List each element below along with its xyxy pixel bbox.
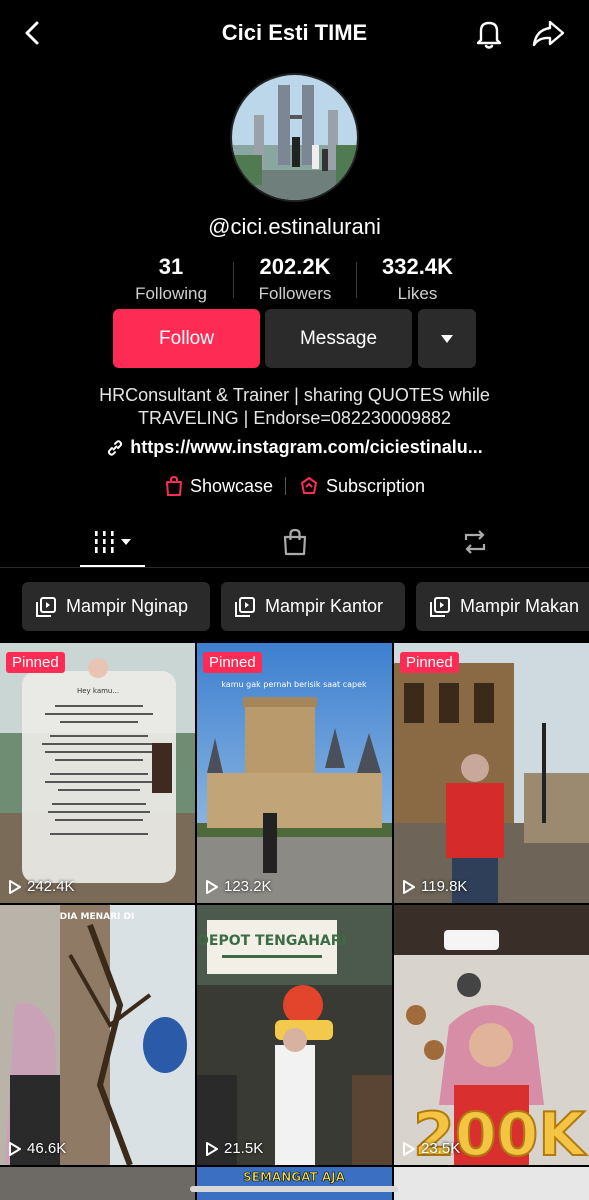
stat-following[interactable]: 31 Following: [115, 254, 227, 304]
playlist-chip[interactable]: Mampir Makan: [416, 582, 589, 631]
playlist-chip[interactable]: Mampir Nginap: [22, 582, 210, 631]
thumbnail-image: [0, 1167, 195, 1200]
following-count: 31: [158, 254, 184, 279]
shopping-bag-icon: [283, 528, 307, 556]
home-indicator[interactable]: [190, 1186, 398, 1192]
bio-line: HRConsultant & Trainer | sharing QUOTES …: [99, 385, 490, 405]
play-icon: [9, 1141, 21, 1156]
subscription-link[interactable]: Subscription: [298, 475, 425, 497]
caption-text: DEPOT TENGAHARI: [197, 933, 346, 949]
video-thumbnail[interactable]: DIA MENARI DI 46.6K: [0, 905, 195, 1165]
username: @cici.estinalurani: [208, 214, 381, 239]
follow-button[interactable]: Follow: [113, 309, 260, 368]
share-icon[interactable]: [530, 16, 566, 50]
link-text: https://www.instagram.com/ciciestinalu..…: [130, 437, 483, 457]
link-icon: [108, 439, 123, 456]
thumbnail-image: [394, 643, 589, 903]
playlists-row: Mampir Nginap Mampir Kantor Mampir Makan: [0, 582, 589, 632]
divider: [285, 477, 286, 495]
view-count: 46.6K: [8, 1140, 66, 1157]
stat-divider: [233, 262, 234, 298]
video-thumbnail[interactable]: [394, 1167, 589, 1200]
thumbnail-image: DIA MENARI DI: [0, 905, 195, 1165]
play-icon: [206, 1141, 218, 1156]
pinned-badge: Pinned: [400, 652, 459, 673]
stat-likes[interactable]: 332.4K Likes: [360, 254, 475, 304]
view-count: 123.2K: [205, 878, 272, 895]
caption-text: Hey kamu...: [77, 687, 119, 695]
playlist-icon: [430, 596, 450, 617]
followers-count: 202.2K: [259, 254, 331, 279]
pinned-badge: Pinned: [6, 652, 65, 673]
subscription-icon: [301, 477, 317, 494]
avatar[interactable]: [230, 73, 359, 202]
playlist-label: Mampir Makan: [460, 596, 580, 616]
video-grid: Hey kamu... Pinned 242.4K kamu gak perna…: [0, 643, 589, 1200]
tab-shop[interactable]: [275, 525, 315, 559]
bell-icon[interactable]: [472, 16, 506, 50]
active-tab-indicator: [80, 565, 145, 567]
stat-divider: [356, 262, 357, 298]
play-icon: [9, 879, 21, 894]
video-thumbnail[interactable]: SEMANGAT AJA: [197, 1167, 392, 1200]
view-count: 242.4K: [8, 878, 75, 895]
view-count-text: 21.5K: [224, 1140, 264, 1157]
thumbnail-image: Hey kamu...: [0, 643, 195, 903]
thumbnail-image: DEPOT TENGAHARI: [197, 905, 392, 1165]
video-thumbnail[interactable]: 200K 23.5K: [394, 905, 589, 1165]
playlist-label: Mampir Kantor: [265, 596, 384, 616]
top-bar: Cici Esti TIME: [0, 0, 589, 68]
more-options-button[interactable]: [418, 309, 476, 368]
pinned-badge: Pinned: [203, 652, 262, 673]
subscription-label: Subscription: [326, 475, 426, 496]
caret-down-icon: [441, 334, 453, 343]
caption-text: kamu gak pernah berisik saat capek: [221, 680, 367, 689]
view-count-text: 123.2K: [224, 878, 272, 895]
view-count-text: 119.8K: [421, 878, 468, 895]
tab-reposts[interactable]: [455, 525, 495, 559]
view-count: 21.5K: [205, 1140, 263, 1157]
thumbnail-image: 200K: [394, 905, 589, 1165]
playlist-icon: [36, 596, 56, 617]
repost-icon: [464, 530, 486, 554]
grid-videos-icon: [94, 531, 131, 553]
shopping-bag-icon: [165, 475, 182, 496]
video-thumbnail[interactable]: kamu gak pernah berisik saat capek Pinne…: [197, 643, 392, 903]
thumbnail-image: [394, 1167, 589, 1200]
playlist-icon: [235, 596, 255, 617]
bio-line: TRAVELING | Endorse=082230009882: [137, 408, 452, 428]
profile-extras: Showcase Subscription: [0, 475, 589, 497]
showcase-label: Showcase: [189, 475, 273, 496]
playlist-label: Mampir Nginap: [66, 596, 189, 616]
video-thumbnail[interactable]: Pinned 119.8K: [394, 643, 589, 903]
thumbnail-image: SEMANGAT AJA: [197, 1167, 392, 1200]
thumbnail-image: kamu gak pernah berisik saat capek: [197, 643, 392, 903]
video-thumbnail[interactable]: DEPOT TENGAHARI 21.5K: [197, 905, 392, 1165]
play-icon: [403, 879, 415, 894]
profile-link[interactable]: https://www.instagram.com/ciciestinalu..…: [0, 437, 589, 458]
play-icon: [403, 1141, 415, 1156]
caption-text: SEMANGAT AJA: [243, 1170, 345, 1184]
message-button[interactable]: Message: [265, 309, 412, 368]
tab-videos[interactable]: [80, 525, 145, 559]
bio: HRConsultant & Trainer | sharing QUOTES …: [0, 384, 589, 430]
view-count-text: 242.4K: [27, 878, 75, 895]
caption-text: DIA MENARI DI: [60, 912, 135, 922]
view-count: 23.5K: [402, 1140, 460, 1157]
showcase-link[interactable]: Showcase: [164, 475, 273, 497]
video-thumbnail[interactable]: Hey kamu... Pinned 242.4K: [0, 643, 195, 903]
profile-stats: 31 Following 202.2K Followers 332.4K Lik…: [115, 254, 475, 306]
video-thumbnail[interactable]: [0, 1167, 195, 1200]
content-tabs: [0, 515, 589, 568]
play-icon: [206, 879, 218, 894]
playlist-chip[interactable]: Mampir Kantor: [221, 582, 405, 631]
following-label: Following: [135, 284, 207, 303]
view-count-text: 23.5K: [421, 1140, 461, 1157]
stat-followers[interactable]: 202.2K Followers: [240, 254, 350, 304]
view-count-text: 46.6K: [27, 1140, 67, 1157]
likes-count: 332.4K: [382, 254, 453, 279]
view-count: 119.8K: [402, 878, 467, 895]
followers-label: Followers: [258, 284, 332, 303]
likes-label: Likes: [397, 284, 438, 303]
